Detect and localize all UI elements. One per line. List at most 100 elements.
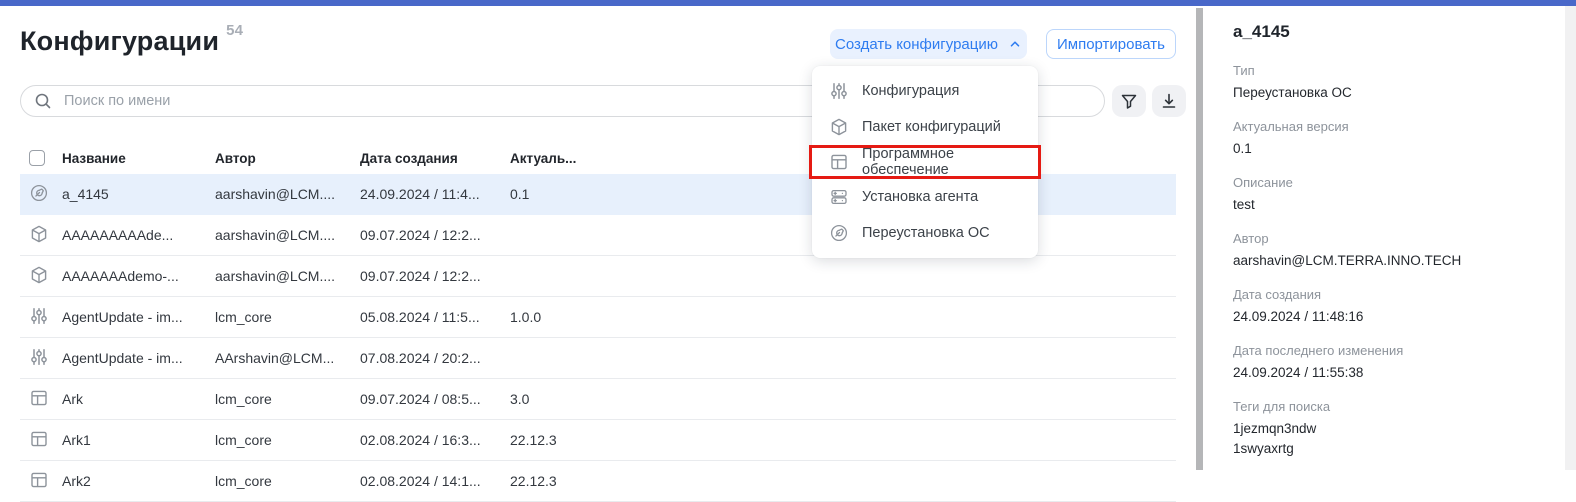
row-name-cell: AAAAAAAAAde... [62, 227, 215, 243]
create-configuration-label: Создать конфигурацию [835, 36, 998, 53]
row-name-cell: Ark2 [62, 473, 215, 489]
filter-button[interactable] [1112, 85, 1146, 117]
details-field-label: Дата создания [1233, 287, 1553, 302]
menu-item-os-reinstall[interactable]: Переустановка ОС [812, 215, 1038, 251]
row-author-cell: AArshavin@LCM... [215, 350, 360, 366]
row-created-cell: 09.07.2024 / 12:2... [360, 268, 510, 284]
row-author-cell: aarshavin@LCM.... [215, 186, 360, 202]
row-version-cell: 1.0.0 [510, 309, 600, 325]
table-row[interactable]: Arklcm_core09.07.2024 / 08:5...3.0 [20, 379, 1176, 420]
details-field-label: Автор [1233, 231, 1553, 246]
details-title: a_4145 [1233, 22, 1553, 42]
details-field-value: aarshavin@LCM.TERRA.INNO.TECH [1233, 251, 1553, 272]
menu-item-label: Установка агента [862, 189, 978, 205]
page-title-text: Конфигурации [20, 26, 219, 56]
table-row[interactable]: AAAAAAAdemo-...aarshavin@LCM....09.07.20… [20, 256, 1176, 297]
column-header-name[interactable]: Название [62, 151, 215, 166]
details-field-value: 24.09.2024 / 11:48:16 [1233, 307, 1553, 328]
page-title: Конфигурации54 [20, 26, 243, 57]
details-fields: ТипПереустановка ОС Актуальная версия0.1 О… [1233, 63, 1553, 460]
details-field: Дата последнего изменения 24.09.2024 / 11… [1233, 343, 1553, 384]
row-type-cell [20, 265, 62, 288]
details-field-label: Описание [1233, 175, 1553, 190]
create-configuration-button[interactable]: Создать конфигурацию [830, 29, 1027, 59]
row-type-cell [20, 429, 62, 452]
row-type-cell [20, 224, 62, 247]
sliders-icon [29, 306, 49, 326]
package-icon [829, 117, 849, 137]
sliders-icon [29, 347, 49, 367]
software-icon [29, 388, 49, 408]
row-created-cell: 09.07.2024 / 12:2... [360, 227, 510, 243]
menu-item-software[interactable]: Программное обеспечение [809, 145, 1041, 179]
row-type-cell [20, 183, 62, 206]
panel-resizer[interactable] [1196, 8, 1203, 470]
row-created-cell: 02.08.2024 / 14:1... [360, 473, 510, 489]
menu-item-agent[interactable]: Установка агента [812, 179, 1038, 215]
table-row[interactable]: AgentUpdate - im...AArshavin@LCM...07.08… [20, 338, 1176, 379]
select-all-checkbox[interactable] [29, 150, 45, 166]
download-icon [1159, 91, 1179, 111]
row-author-cell: aarshavin@LCM.... [215, 268, 360, 284]
table-row[interactable]: Ark1lcm_core02.08.2024 / 16:3...22.12.3 [20, 420, 1176, 461]
filter-icon [1119, 91, 1139, 111]
details-field-value: 1swyaxrtg [1233, 439, 1553, 460]
row-author-cell: lcm_core [215, 432, 360, 448]
row-type-cell [20, 306, 62, 329]
row-created-cell: 24.09.2024 / 11:4... [360, 186, 510, 202]
table-row[interactable]: AgentUpdate - im...lcm_core05.08.2024 / … [20, 297, 1176, 338]
software-icon [29, 429, 49, 449]
search-icon [33, 91, 53, 111]
row-version-cell: 22.12.3 [510, 473, 600, 489]
select-all-cell [20, 150, 62, 166]
table-row[interactable]: Ark2lcm_core02.08.2024 / 14:1...22.12.3 [20, 461, 1176, 502]
import-label: Импортировать [1057, 36, 1165, 53]
row-name-cell: a_4145 [62, 186, 215, 202]
row-created-cell: 05.08.2024 / 11:5... [360, 309, 510, 325]
row-author-cell: lcm_core [215, 391, 360, 407]
details-field: Теги для поиска1jezmqn3ndw1swyaxrtg [1233, 399, 1553, 461]
column-header-version[interactable]: Актуаль... [510, 151, 600, 166]
row-created-cell: 09.07.2024 / 08:5... [360, 391, 510, 407]
row-created-cell: 07.08.2024 / 20:2... [360, 350, 510, 366]
details-field-value: Переустановка ОС [1233, 83, 1553, 104]
row-author-cell: lcm_core [215, 473, 360, 489]
menu-item-label: Программное обеспечение [862, 146, 1021, 178]
import-button[interactable]: Импортировать [1046, 29, 1176, 59]
row-name-cell: Ark [62, 391, 215, 407]
os-reinstall-icon [829, 223, 849, 243]
details-field: Актуальная версия0.1 [1233, 119, 1553, 160]
menu-item-label: Переустановка ОС [862, 225, 990, 241]
software-icon [29, 470, 49, 490]
menu-item-sliders[interactable]: Конфигурация [812, 73, 1038, 109]
details-field-label: Теги для поиска [1233, 399, 1553, 414]
row-author-cell: aarshavin@LCM.... [215, 227, 360, 243]
agent-icon [829, 187, 849, 207]
menu-item-label: Конфигурация [862, 83, 959, 99]
details-field: Автор aarshavin@LCM.TERRA.INNO.TECH [1233, 231, 1553, 272]
details-field-label: Дата последнего изменения [1233, 343, 1553, 358]
row-name-cell: AAAAAAAdemo-... [62, 268, 215, 284]
os-reinstall-icon [29, 183, 49, 203]
row-type-cell [20, 388, 62, 411]
details-field: ТипПереустановка ОС [1233, 63, 1553, 104]
details-field-value: 24.09.2024 / 11:55:38 [1233, 363, 1553, 384]
row-name-cell: Ark1 [62, 432, 215, 448]
download-button[interactable] [1152, 85, 1186, 117]
column-header-author[interactable]: Автор [215, 151, 360, 166]
row-name-cell: AgentUpdate - im... [62, 309, 215, 325]
chevron-up-icon [1008, 37, 1022, 51]
details-field-value: test [1233, 195, 1553, 216]
software-icon [829, 152, 849, 172]
row-name-cell: AgentUpdate - im... [62, 350, 215, 366]
column-header-created[interactable]: Дата создания [360, 151, 510, 166]
row-author-cell: lcm_core [215, 309, 360, 325]
items-count-badge: 54 [226, 22, 243, 39]
row-version-cell: 22.12.3 [510, 432, 600, 448]
details-panel: a_4145 ТипПереустановка ОС Актуальная вер… [1233, 22, 1553, 475]
menu-item-package[interactable]: Пакет конфигураций [812, 109, 1038, 145]
row-type-cell [20, 347, 62, 370]
page-scrollbar[interactable] [1565, 6, 1576, 470]
package-icon [29, 265, 49, 285]
details-field: Описание test [1233, 175, 1553, 216]
